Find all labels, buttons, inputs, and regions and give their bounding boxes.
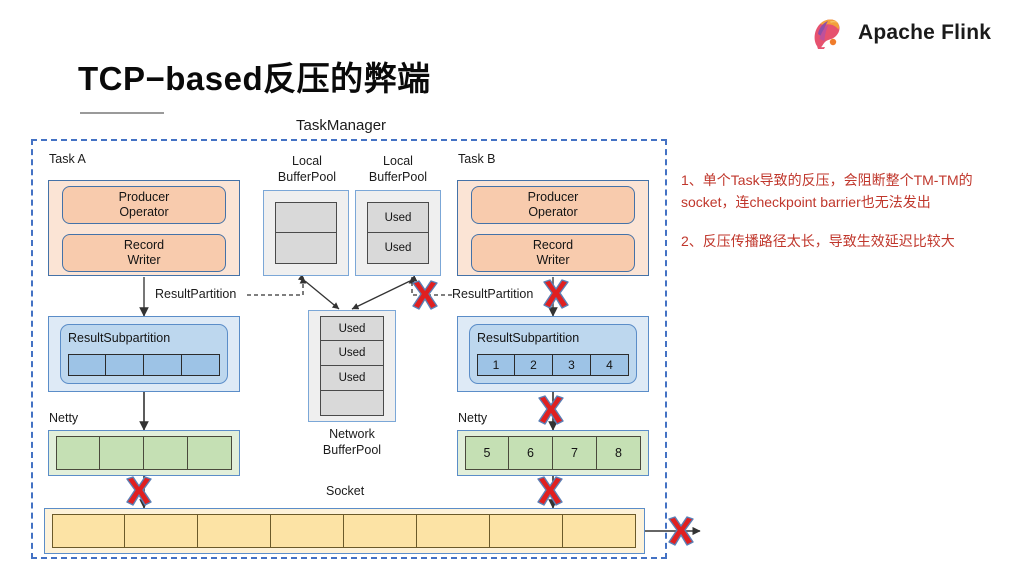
task-b-netty-cells[interactable]: 5678 xyxy=(465,436,641,470)
task-b-operator-line1: Producer xyxy=(527,189,579,204)
local-pool-right-slot-2[interactable]: Used xyxy=(367,233,429,264)
local-pool-left-slot-2[interactable] xyxy=(275,233,337,264)
task-b-label: Task B xyxy=(458,152,496,166)
task-b-netty-cell-3[interactable]: 7 xyxy=(553,436,597,470)
task-b-resultsubpartition-label: ResultSubpartition xyxy=(477,331,580,345)
task-a-label: Task A xyxy=(49,152,86,166)
task-a-producer-operator[interactable]: Producer Operator xyxy=(62,186,226,224)
task-a-subpartition-cell-1[interactable] xyxy=(68,354,106,376)
task-a-writer-line2: Writer xyxy=(127,253,161,267)
note-2: 2、反压传播路径太长，导致生效延迟比较大 xyxy=(681,233,955,249)
task-a-subpartition-cells[interactable] xyxy=(68,354,220,376)
network-bufferpool-slots[interactable]: Used Used Used xyxy=(320,316,384,416)
brand-logo: Apache Flink xyxy=(806,12,991,54)
task-a-resultpartition-label: ResultPartition xyxy=(155,287,237,301)
task-a-operator-line1: Producer xyxy=(118,189,170,204)
task-a-netty-cell-1[interactable] xyxy=(56,436,100,470)
local-pool-right-line1: Local xyxy=(383,154,413,168)
socket-label: Socket xyxy=(326,484,365,498)
socket-cell-7[interactable] xyxy=(490,514,563,548)
network-pool-slot-3[interactable]: Used xyxy=(320,366,384,391)
local-bufferpool-right-label: Local BufferPool xyxy=(351,154,445,185)
task-a-netty-cell-4[interactable] xyxy=(188,436,232,470)
network-pool-slot-4[interactable] xyxy=(320,391,384,416)
task-a-operator-line2: Operator xyxy=(119,205,169,219)
brand-name: Apache Flink xyxy=(858,21,992,44)
socket-cell-4[interactable] xyxy=(271,514,344,548)
network-pool-slot-2[interactable]: Used xyxy=(320,341,384,366)
network-bufferpool-label: Network BufferPool xyxy=(305,427,399,458)
task-a-writer-line1: Record xyxy=(123,237,165,252)
task-a-netty-cells[interactable] xyxy=(56,436,232,470)
task-b-producer-operator[interactable]: Producer Operator xyxy=(471,186,635,224)
socket-cell-8[interactable] xyxy=(563,514,636,548)
page-title: TCP−based反压的弊端 xyxy=(78,60,431,97)
task-a-subpartition-cell-3[interactable] xyxy=(144,354,182,376)
socket-cell-2[interactable] xyxy=(125,514,198,548)
task-b-netty-cell-4[interactable]: 8 xyxy=(597,436,641,470)
title-divider xyxy=(80,112,164,114)
local-pool-left-line1: Local xyxy=(292,154,322,168)
local-pool-left-line2: BufferPool xyxy=(277,169,337,184)
socket-cell-5[interactable] xyxy=(344,514,417,548)
task-b-subpartition-cell-3[interactable]: 3 xyxy=(553,354,591,376)
socket-cells[interactable] xyxy=(52,514,636,548)
task-b-subpartition-cell-1[interactable]: 1 xyxy=(477,354,515,376)
local-pool-left-slot-1[interactable] xyxy=(275,202,337,233)
network-pool-line2: BufferPool xyxy=(322,442,382,457)
task-a-resultsubpartition-label: ResultSubpartition xyxy=(68,331,171,345)
network-pool-line1: Network xyxy=(329,427,375,441)
local-pool-right-line2: BufferPool xyxy=(368,169,428,184)
task-a-netty-cell-2[interactable] xyxy=(100,436,144,470)
red-cross-icon xyxy=(126,476,152,506)
socket-cell-1[interactable] xyxy=(52,514,125,548)
local-bufferpool-right-slots[interactable]: Used Used xyxy=(367,202,429,264)
task-b-netty-label: Netty xyxy=(458,411,488,425)
task-b-subpartition-cells[interactable]: 1234 xyxy=(477,354,629,376)
network-pool-slot-1[interactable]: Used xyxy=(320,316,384,341)
taskmanager-label: TaskManager xyxy=(296,117,387,134)
note-1: 1、单个Task导致的反压，会阻断整个TM-TM的socket，连checkpo… xyxy=(681,172,973,210)
local-bufferpool-left-slots[interactable] xyxy=(275,202,337,264)
socket-cell-6[interactable] xyxy=(417,514,490,548)
task-a-subpartition-cell-4[interactable] xyxy=(182,354,220,376)
task-b-netty-cell-2[interactable]: 6 xyxy=(509,436,553,470)
task-b-operator-line2: Operator xyxy=(528,205,578,219)
socket-cell-3[interactable] xyxy=(198,514,271,548)
task-b-subpartition-cell-2[interactable]: 2 xyxy=(515,354,553,376)
local-pool-right-slot-1[interactable]: Used xyxy=(367,202,429,233)
task-a-netty-cell-3[interactable] xyxy=(144,436,188,470)
task-b-resultpartition-label: ResultPartition xyxy=(452,287,534,301)
red-cross-icon xyxy=(537,476,563,506)
task-a-subpartition-cell-2[interactable] xyxy=(106,354,144,376)
red-cross-icon xyxy=(543,279,569,309)
local-bufferpool-left-label: Local BufferPool xyxy=(260,154,354,185)
task-a-netty-label: Netty xyxy=(49,411,79,425)
task-b-writer-line1: Record xyxy=(532,237,574,252)
task-b-netty-cell-1[interactable]: 5 xyxy=(465,436,509,470)
red-cross-icon xyxy=(412,280,438,310)
flink-squirrel-icon xyxy=(806,12,848,54)
task-b-writer-line2: Writer xyxy=(536,253,570,267)
red-cross-icon xyxy=(538,395,564,425)
task-b-record-writer[interactable]: Record Writer xyxy=(471,234,635,272)
red-cross-icon xyxy=(668,516,694,546)
task-a-record-writer[interactable]: Record Writer xyxy=(62,234,226,272)
task-b-subpartition-cell-4[interactable]: 4 xyxy=(591,354,629,376)
